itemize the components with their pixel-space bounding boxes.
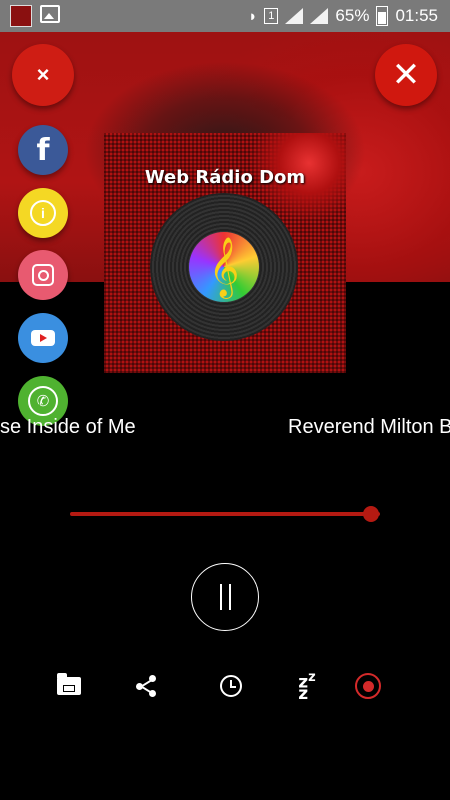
alarm-button[interactable] <box>217 672 245 700</box>
info-button[interactable]: i <box>18 188 68 238</box>
pause-button[interactable] <box>191 563 259 631</box>
pause-icon-bar-left <box>219 584 222 610</box>
song-title-marquee: se Inside of Me <box>0 416 136 438</box>
battery-percent: 65% <box>335 6 370 25</box>
close-icon: ✕ <box>391 56 421 94</box>
image-notification-icon <box>40 5 60 23</box>
artist-marquee: Reverend Milton B <box>288 416 450 438</box>
youtube-button[interactable] <box>18 313 68 363</box>
wifi-icon: ◗ <box>248 7 258 25</box>
share-icon <box>134 673 158 699</box>
pause-icon-bar-right <box>228 584 231 610</box>
folder-icon <box>57 673 81 695</box>
whatsapp-icon: ✆ <box>28 386 58 416</box>
share-button[interactable] <box>132 672 160 700</box>
album-art-title: Web Rádio Dom <box>144 167 306 188</box>
instagram-icon <box>32 264 54 286</box>
playlist-button[interactable] <box>55 672 83 700</box>
battery-icon <box>376 6 389 26</box>
sleep-icon: zz z <box>298 669 316 705</box>
record-icon <box>355 673 381 699</box>
instagram-button[interactable] <box>18 250 68 300</box>
signal-icon-2 <box>310 8 329 24</box>
vinyl-record-image: 𝄞 <box>150 193 298 341</box>
volume-slider-track[interactable] <box>70 512 380 516</box>
alarm-clock-icon <box>220 675 242 697</box>
app-notification-icon <box>10 5 32 27</box>
album-art: Web Rádio Dom 𝄞 <box>104 133 346 373</box>
sleep-timer-button[interactable]: zz z <box>292 669 322 705</box>
status-bar: ◗ 1 65% 01:55 <box>0 0 450 32</box>
clock: 01:55 <box>395 6 438 25</box>
signal-icon <box>285 8 304 24</box>
sim-slot-badge: 1 <box>264 8 279 24</box>
volume-slider-thumb[interactable] <box>362 506 379 522</box>
treble-clef-icon: 𝄞 <box>189 232 259 302</box>
facebook-button[interactable]: f <box>18 125 68 175</box>
youtube-icon <box>31 330 55 346</box>
close-small-icon: × <box>36 62 50 87</box>
close-button[interactable]: ✕ <box>375 44 437 106</box>
record-button[interactable] <box>354 672 382 700</box>
facebook-icon: f <box>36 132 50 168</box>
info-icon: i <box>30 200 56 226</box>
menu-toggle-button[interactable]: × <box>12 44 74 106</box>
